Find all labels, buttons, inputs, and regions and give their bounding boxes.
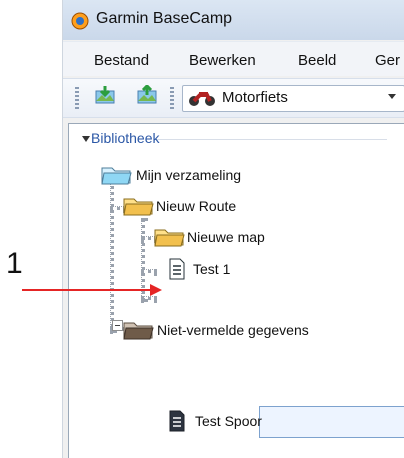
tree-node-label: Test Spoor	[195, 413, 262, 429]
folder-open-icon	[123, 198, 154, 216]
app-window: Garmin BaseCamp Bestand Bewerken Beeld G…	[62, 0, 404, 458]
document-icon	[169, 258, 185, 280]
profile-value: Motorfiets	[222, 89, 288, 106]
tree-line-main	[110, 180, 114, 333]
folder-icon	[101, 167, 132, 185]
menu-bewerken[interactable]: Bewerken	[189, 52, 256, 69]
tree-node-new-folder[interactable]: Nieuwe map	[153, 225, 373, 249]
tree-node-unlisted-data[interactable]: Niet-vermelde gegevens	[122, 318, 382, 342]
tree-node-label: Niet-vermelde gegevens	[157, 322, 309, 338]
annotation-arrow-icon	[150, 284, 162, 296]
document-icon	[169, 410, 185, 432]
library-title: Bibliotheek	[91, 130, 164, 146]
tree-line-sub-2	[141, 269, 157, 273]
caret-down-icon[interactable]	[82, 136, 90, 142]
menu-bestand[interactable]: Bestand	[94, 52, 149, 69]
tree-node-label: Test 1	[193, 261, 231, 277]
tree-node-label: Mijn verzameling	[136, 167, 242, 183]
tree-node-label: Nieuw Route	[156, 198, 237, 214]
tree-node-test-1[interactable]: Test 1	[167, 257, 387, 281]
window-title: Garmin BaseCamp	[96, 10, 233, 27]
menu-ger[interactable]: Ger	[375, 52, 400, 69]
annotation-arrow-line	[22, 289, 152, 291]
annotation-number: 1	[6, 247, 23, 280]
app-icon	[71, 12, 89, 30]
section-divider	[157, 139, 387, 140]
toolbar-grip-2[interactable]	[170, 87, 174, 109]
folder-icon	[154, 229, 185, 247]
menu-bar: Bestand Bewerken Beeld Ger	[63, 41, 404, 76]
folder-icon	[123, 322, 154, 340]
toolbar: Motorfiets	[63, 78, 404, 118]
motorcycle-icon	[189, 92, 215, 106]
toolbar-grip[interactable]	[75, 87, 79, 109]
profile-select[interactable]: Motorfiets	[182, 85, 404, 112]
chevron-down-icon[interactable]	[388, 94, 396, 99]
map-download-icon[interactable]	[94, 85, 116, 107]
title-bar: Garmin BaseCamp	[63, 0, 404, 40]
tree-line-sub-3	[141, 296, 157, 300]
menu-beeld[interactable]: Beeld	[298, 52, 336, 69]
tree-node-new-route[interactable]: Nieuw Route	[122, 194, 342, 218]
tree-node-label: Nieuwe map	[187, 229, 265, 245]
map-send-icon[interactable]	[136, 85, 158, 107]
tree-node-my-collection[interactable]: Mijn verzameling	[100, 163, 320, 187]
tree-node-test-track[interactable]: Test Spoor	[167, 409, 387, 433]
